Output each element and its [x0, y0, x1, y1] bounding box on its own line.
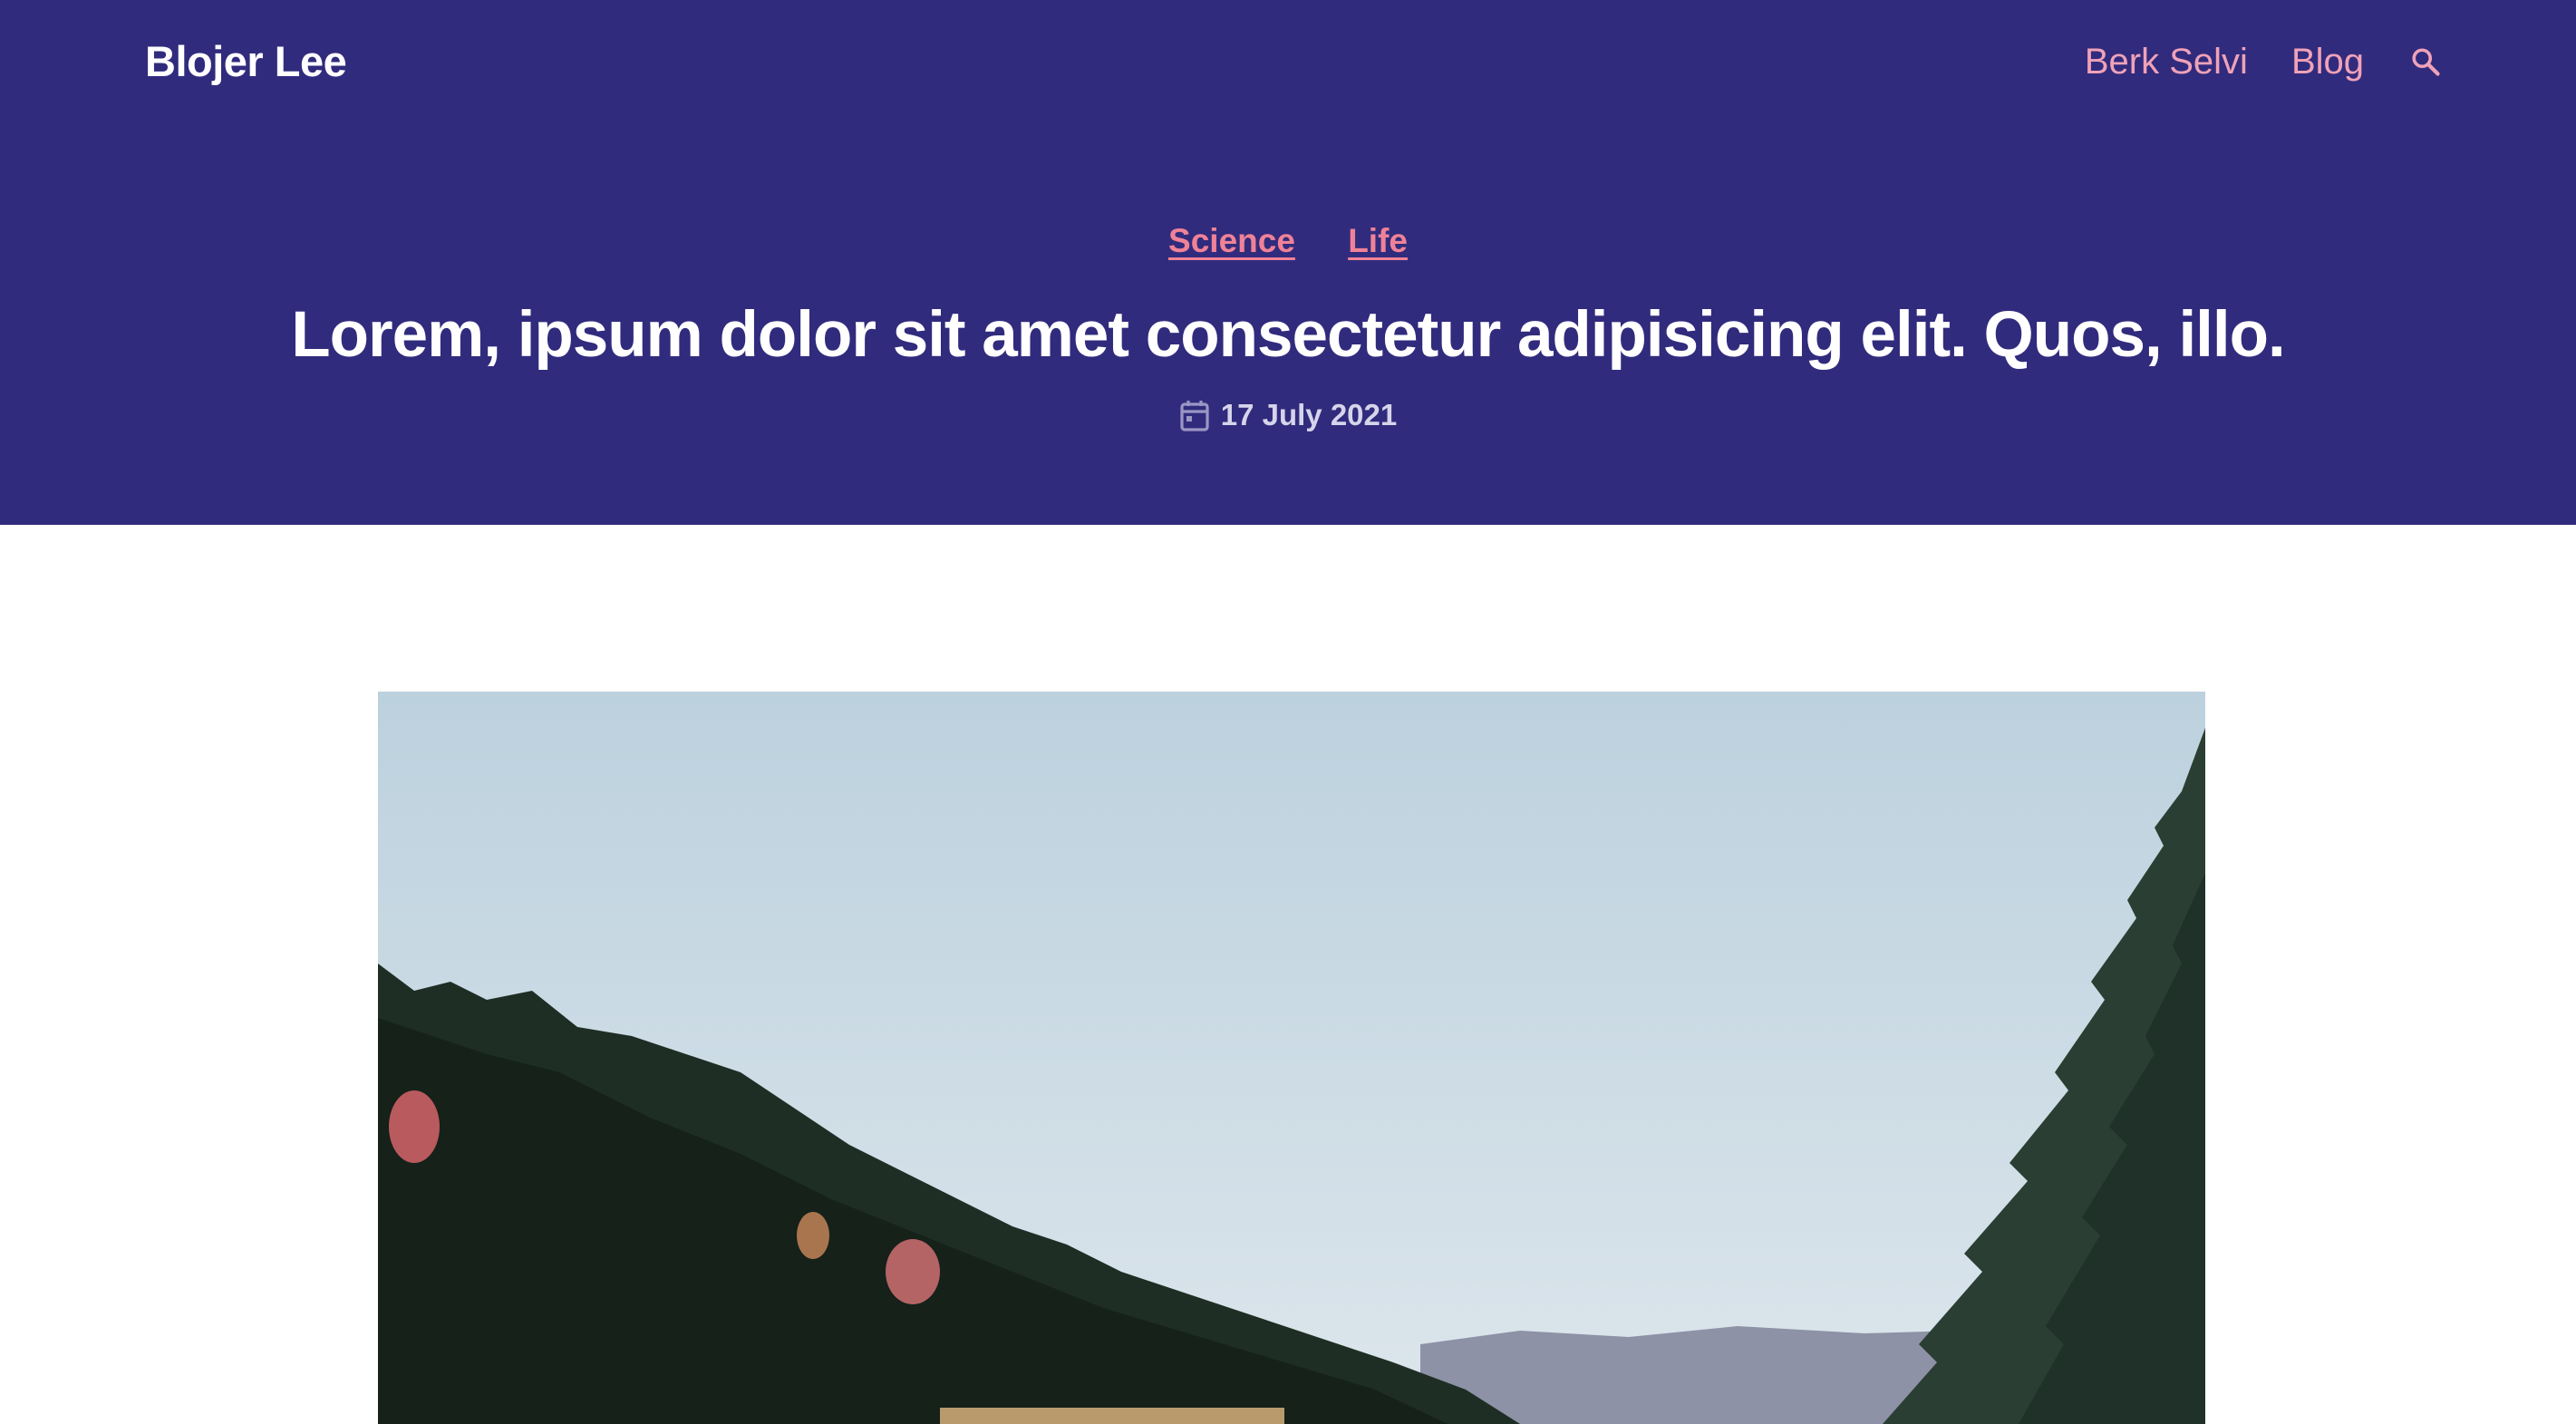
nav-item-berk-selvi[interactable]: Berk Selvi [2085, 34, 2248, 89]
post-categories: Science Life [0, 218, 2576, 265]
post-date: 17 July 2021 [1220, 398, 1398, 431]
primary-nav: Berk Selvi Blog [2085, 34, 2444, 89]
category-link-life[interactable]: Life [1348, 222, 1408, 259]
search-button[interactable] [2407, 44, 2444, 80]
search-icon [2412, 48, 2440, 76]
post-meta: 17 July 2021 [0, 393, 2576, 437]
nav-item-blog[interactable]: Blog [2291, 34, 2364, 89]
post-hero-header: Blojer Lee Berk Selvi Blog Science Life … [0, 0, 2576, 525]
category-link-science[interactable]: Science [1168, 222, 1295, 259]
calendar-icon [1179, 397, 1210, 433]
featured-image [378, 692, 2205, 1424]
site-title-link[interactable]: Blojer Lee [145, 34, 347, 89]
post-title: Lorem, ipsum dolor sit amet consectetur … [291, 299, 2285, 371]
